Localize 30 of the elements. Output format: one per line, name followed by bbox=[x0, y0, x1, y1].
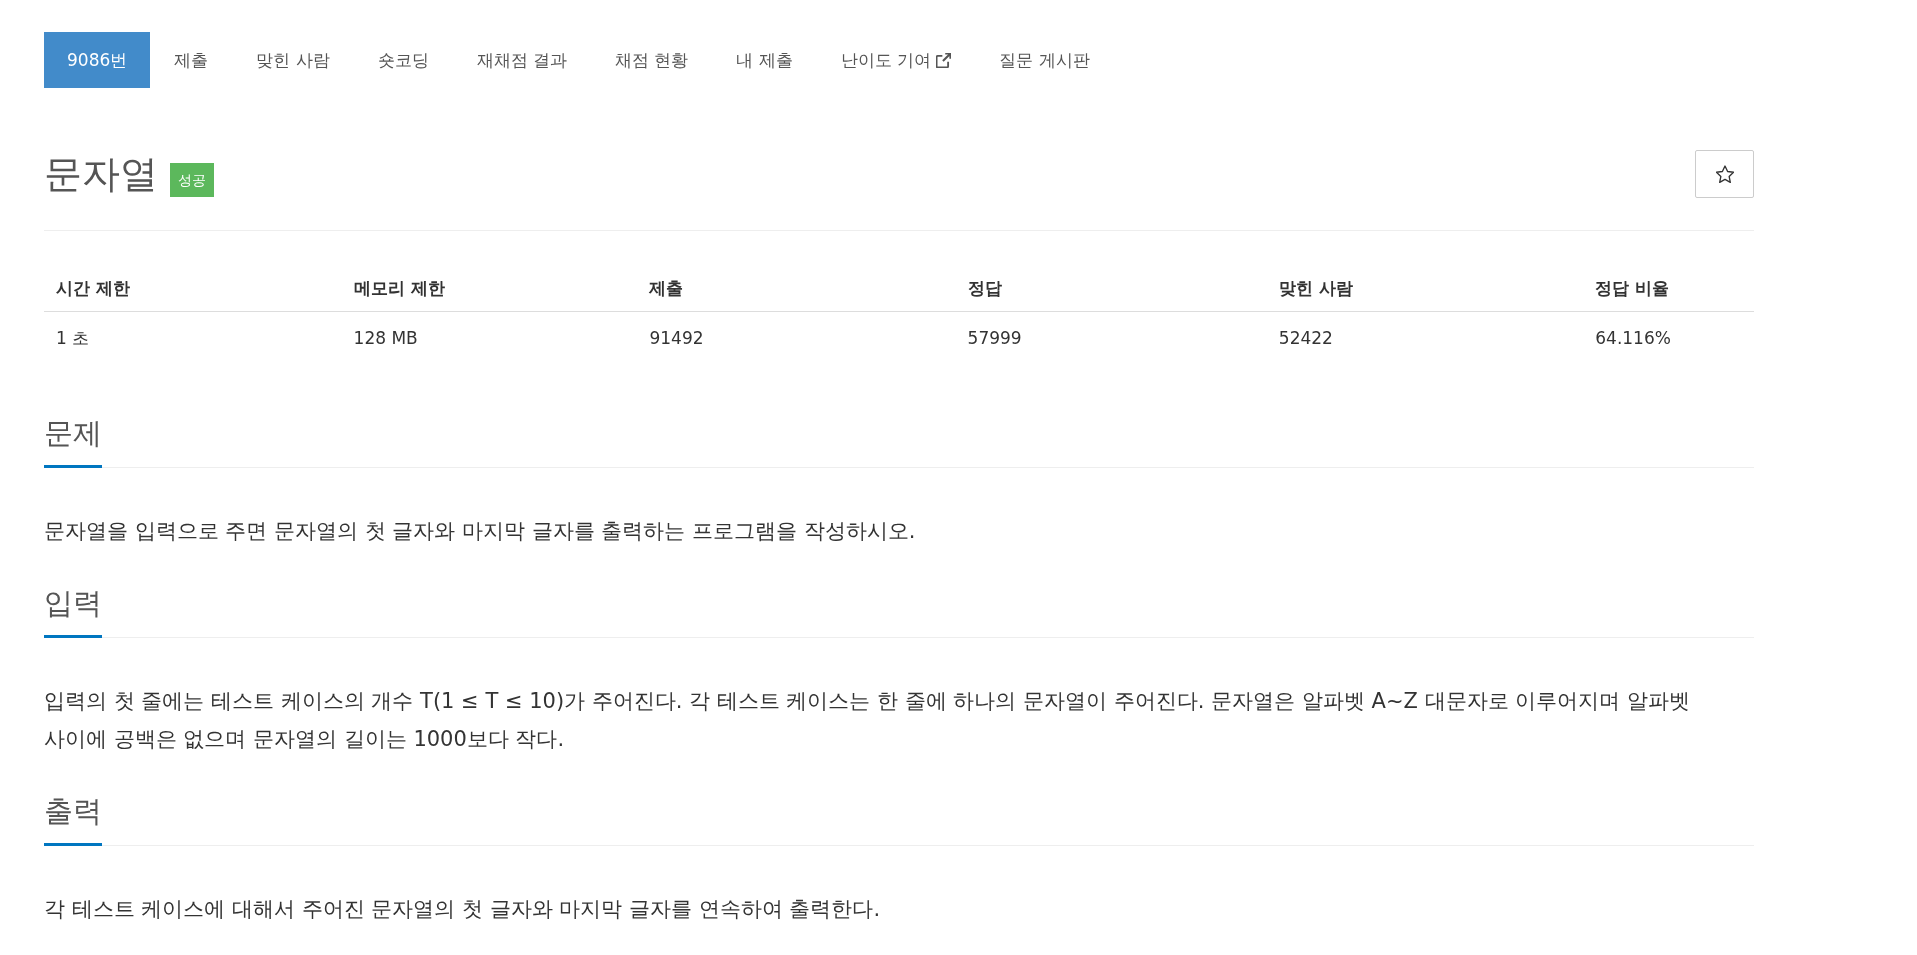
section-text: 입력의 첫 줄에는 테스트 케이스의 개수 T(1 ≤ T ≤ 10)가 주어진다. 각 테스트 케이스는 한 줄에 하나의 문자열이 주어진다. 문자열은 알파벳 A~Z 대문자로 이루어지며 알파벳 사이에 공백은 없으며 문자열의 길이는 1000보다 작다. bbox=[44, 688, 1691, 753]
nav-tab[interactable]: 숏코딩 bbox=[353, 32, 453, 88]
table-cell: 91492 bbox=[637, 311, 956, 364]
table-cell: 64.116% bbox=[1583, 311, 1754, 364]
column-header: 제출 bbox=[637, 265, 956, 312]
nav-tab[interactable]: 제출 bbox=[150, 32, 233, 88]
section-text: 각 테스트 케이스에 대해서 주어진 문자열의 첫 글자와 마지막 글자를 연속하여 출력한다. bbox=[44, 896, 882, 923]
nav-tab[interactable]: 맞힌 사람 bbox=[232, 32, 354, 88]
section-heading: 출력 bbox=[44, 794, 102, 846]
column-header: 정답 bbox=[955, 265, 1267, 312]
nav-tab[interactable]: 질문 게시판 bbox=[975, 32, 1114, 88]
nav-tab[interactable]: 내 제출 bbox=[712, 32, 817, 88]
column-header: 정답 비율 bbox=[1583, 265, 1754, 312]
section-heading: 문제 bbox=[44, 416, 102, 468]
star-button[interactable] bbox=[1695, 150, 1754, 198]
column-header: 시간 제한 bbox=[44, 265, 342, 312]
problem-title: 문자열 bbox=[44, 151, 158, 198]
column-header: 맞힌 사람 bbox=[1266, 265, 1584, 312]
section-text: 문자열을 입력으로 주면 문자열의 첫 글자와 마지막 글자를 출력하는 프로그램을 작성하시오. bbox=[44, 518, 917, 545]
nav-tab[interactable]: 재채점 결과 bbox=[452, 32, 592, 88]
table-cell: 128 MB bbox=[341, 311, 638, 364]
table-cell: 52422 bbox=[1266, 311, 1584, 364]
section-heading: 입력 bbox=[44, 586, 102, 638]
status-badge: 성공 bbox=[170, 163, 214, 197]
nav-tab[interactable]: 9086번 bbox=[44, 32, 151, 88]
nav-tab[interactable]: 채점 현황 bbox=[591, 32, 713, 88]
table-cell: 1 초 bbox=[44, 311, 342, 364]
nav-tab[interactable]: 난이도 기여 bbox=[816, 32, 976, 88]
table-cell: 57999 bbox=[955, 311, 1267, 364]
column-header: 메모리 제한 bbox=[341, 265, 638, 312]
